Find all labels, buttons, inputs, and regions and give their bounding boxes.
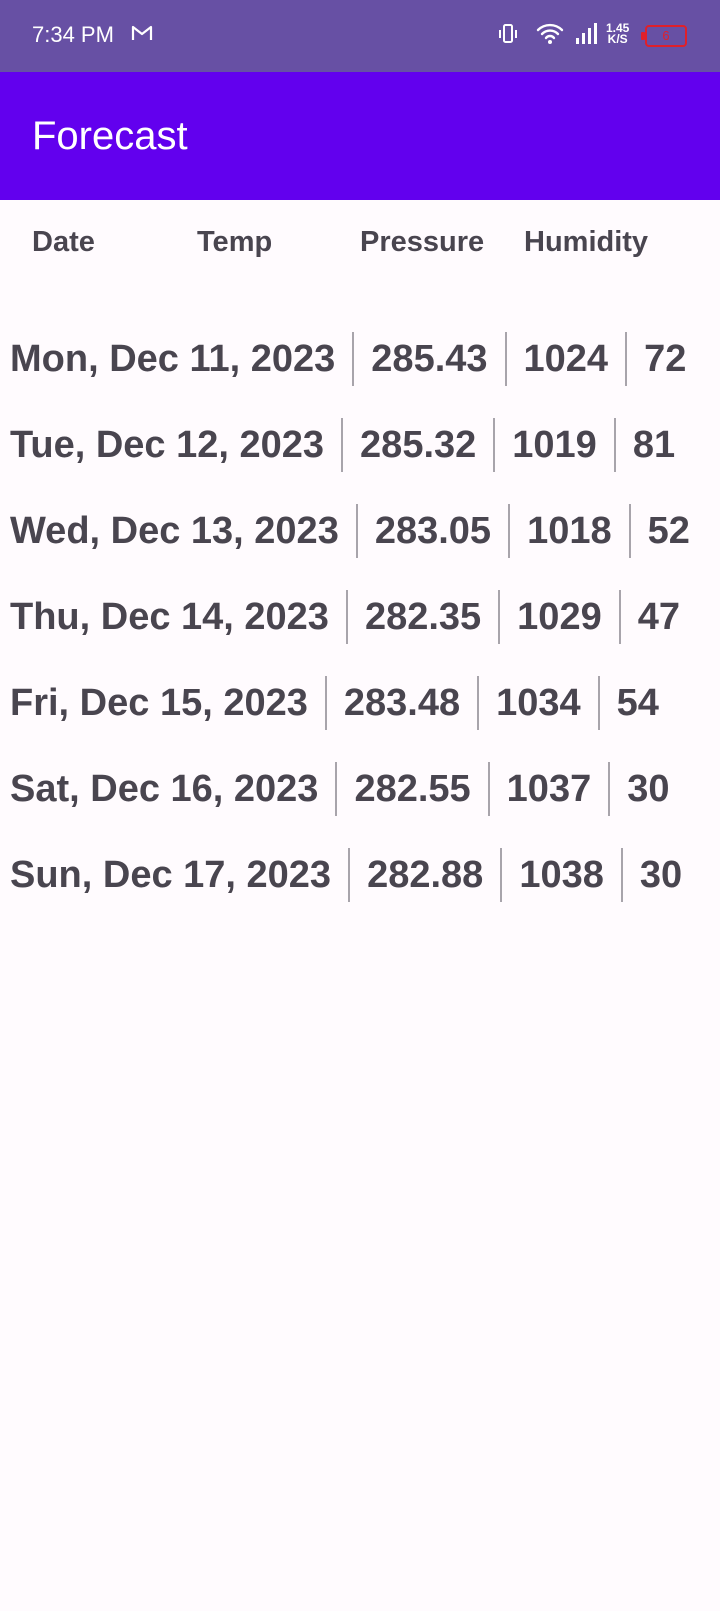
header-date: Date <box>32 226 95 258</box>
table-row[interactable]: Sun, Dec 17, 2023 282.88 1038 30 <box>0 832 720 918</box>
temp-cell: 283.48 <box>343 682 461 724</box>
date-cell: Tue, Dec 12, 2023 <box>10 424 325 466</box>
page-title: Forecast <box>32 114 188 158</box>
humidity-cell: 81 <box>632 424 676 466</box>
temp-cell: 282.35 <box>364 596 482 638</box>
status-bar: 7:34 PM 1.45 K/S 6 <box>0 0 720 72</box>
pressure-cell: 1038 <box>519 854 604 896</box>
app-bar: Forecast <box>0 72 720 200</box>
humidity-cell: 47 <box>637 596 680 638</box>
signal-icon <box>575 22 599 51</box>
pressure-cell: 1018 <box>527 510 612 552</box>
pressure-cell: 1034 <box>496 682 581 724</box>
date-cell: Fri, Dec 15, 2023 <box>10 682 308 724</box>
table-header: Date Temp Pressure Humidity <box>0 226 720 266</box>
header-temp: Temp <box>197 226 273 258</box>
temp-cell: 283.05 <box>374 510 492 552</box>
table-row[interactable]: Thu, Dec 14, 2023 282.35 1029 47 <box>0 574 720 660</box>
battery-icon: 6 <box>641 25 687 47</box>
humidity-cell: 72 <box>644 338 687 380</box>
date-cell: Mon, Dec 11, 2023 <box>10 338 336 380</box>
table-row[interactable]: Tue, Dec 12, 2023 285.32 1019 81 <box>0 402 720 488</box>
date-cell: Sat, Dec 16, 2023 <box>10 768 319 810</box>
table-row[interactable]: Mon, Dec 11, 2023 285.43 1024 72 <box>0 316 720 402</box>
pressure-cell: 1029 <box>517 596 602 638</box>
humidity-cell: 52 <box>647 510 690 552</box>
header-pressure: Pressure <box>360 226 485 258</box>
vibrate-icon <box>498 22 518 51</box>
date-cell: Thu, Dec 14, 2023 <box>10 596 329 638</box>
wifi-icon <box>536 22 564 51</box>
humidity-cell: 30 <box>627 768 670 810</box>
table-row[interactable]: Wed, Dec 13, 2023 283.05 1018 52 <box>0 488 720 574</box>
pressure-cell: 1019 <box>512 424 597 466</box>
date-cell: Wed, Dec 13, 2023 <box>10 510 339 552</box>
pressure-cell: 1024 <box>523 338 609 380</box>
header-humidity: Humidity <box>524 226 649 258</box>
gmail-icon <box>131 24 153 47</box>
temp-cell: 282.88 <box>367 854 484 896</box>
network-speed-unit: K/S <box>607 32 628 46</box>
table-row[interactable]: Sat, Dec 16, 2023 282.55 1037 30 <box>0 746 720 832</box>
network-speed: 1.45 K/S <box>606 22 629 46</box>
temp-cell: 282.55 <box>354 768 471 810</box>
table-row[interactable]: Fri, Dec 15, 2023 283.48 1034 54 <box>0 660 720 746</box>
humidity-cell: 30 <box>639 854 683 896</box>
status-time: 7:34 PM <box>32 22 114 47</box>
temp-cell: 285.43 <box>371 338 488 380</box>
humidity-cell: 54 <box>616 682 659 724</box>
date-cell: Sun, Dec 17, 2023 <box>10 854 332 896</box>
temp-cell: 285.32 <box>360 424 477 466</box>
forecast-list: Mon, Dec 11, 2023 285.43 1024 72 Tue, De… <box>0 316 720 918</box>
pressure-cell: 1037 <box>506 768 592 810</box>
